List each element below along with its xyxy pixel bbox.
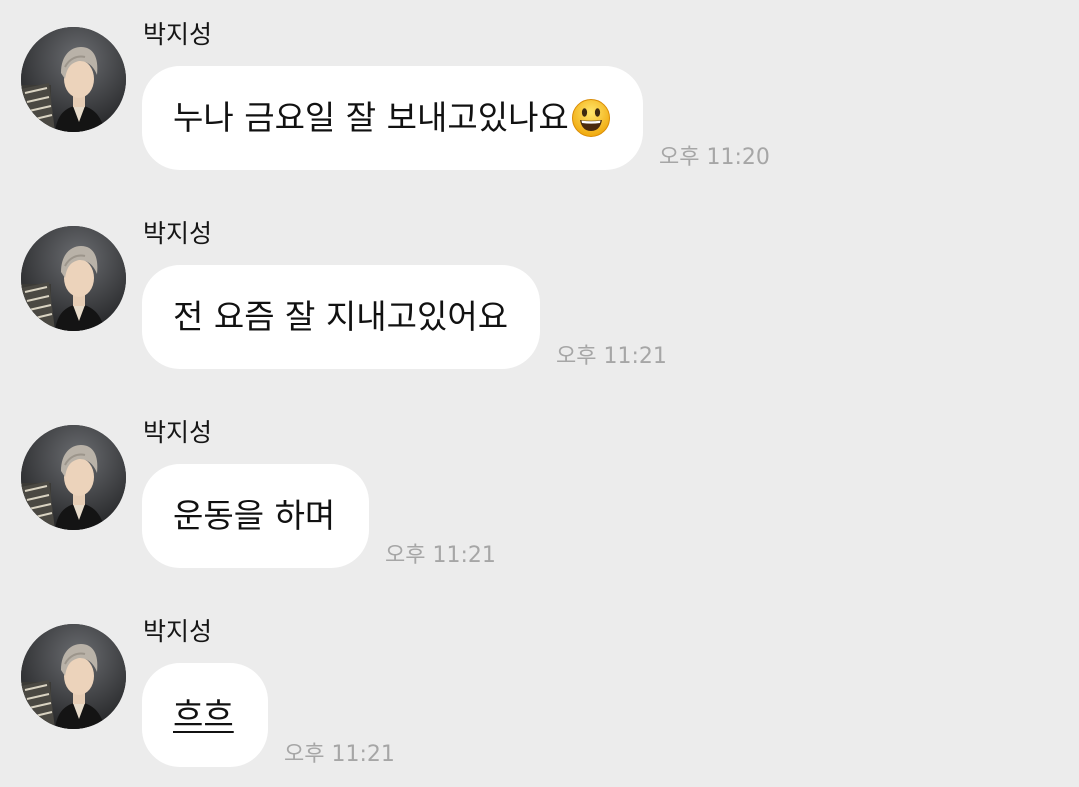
sender-avatar[interactable] bbox=[21, 226, 126, 331]
sender-name: 박지성 bbox=[143, 219, 213, 248]
message-time: 오후 11:21 bbox=[284, 742, 395, 767]
sender-name: 박지성 bbox=[143, 20, 213, 49]
message-time: 오후 11:20 bbox=[659, 145, 770, 170]
message-text: 흐흐 bbox=[173, 695, 234, 734]
message-time: 오후 11:21 bbox=[385, 543, 496, 568]
smiling-face-emoji-icon bbox=[571, 98, 611, 138]
profile-photo-icon bbox=[21, 226, 126, 331]
message-bubble[interactable]: 운동을 하며 bbox=[142, 464, 369, 568]
sender-avatar[interactable] bbox=[21, 624, 126, 729]
chat-message: 박지성 누나 금요일 잘 보내고있나요 오후 11:20 bbox=[0, 0, 1079, 190]
profile-photo-icon bbox=[21, 27, 126, 132]
message-text: 누나 금요일 잘 보내고있나요 bbox=[173, 98, 569, 137]
message-bubble[interactable]: 흐흐 bbox=[142, 663, 268, 767]
message-text: 운동을 하며 bbox=[173, 496, 336, 535]
profile-photo-icon bbox=[21, 425, 126, 530]
message-time: 오후 11:21 bbox=[556, 344, 667, 369]
sender-avatar[interactable] bbox=[21, 425, 126, 530]
message-text: 전 요즘 잘 지내고있어요 bbox=[173, 297, 509, 336]
message-bubble[interactable]: 누나 금요일 잘 보내고있나요 bbox=[142, 66, 643, 170]
sender-name: 박지성 bbox=[143, 617, 213, 646]
profile-photo-icon bbox=[21, 624, 126, 729]
sender-name: 박지성 bbox=[143, 418, 213, 447]
sender-avatar[interactable] bbox=[21, 27, 126, 132]
chat-message: 박지성 흐흐 오후 11:21 bbox=[0, 597, 1079, 787]
chat-message: 박지성 운동을 하며 오후 11:21 bbox=[0, 398, 1079, 588]
chat-message: 박지성 전 요즘 잘 지내고있어요 오후 11:21 bbox=[0, 199, 1079, 389]
message-bubble[interactable]: 전 요즘 잘 지내고있어요 bbox=[142, 265, 540, 369]
